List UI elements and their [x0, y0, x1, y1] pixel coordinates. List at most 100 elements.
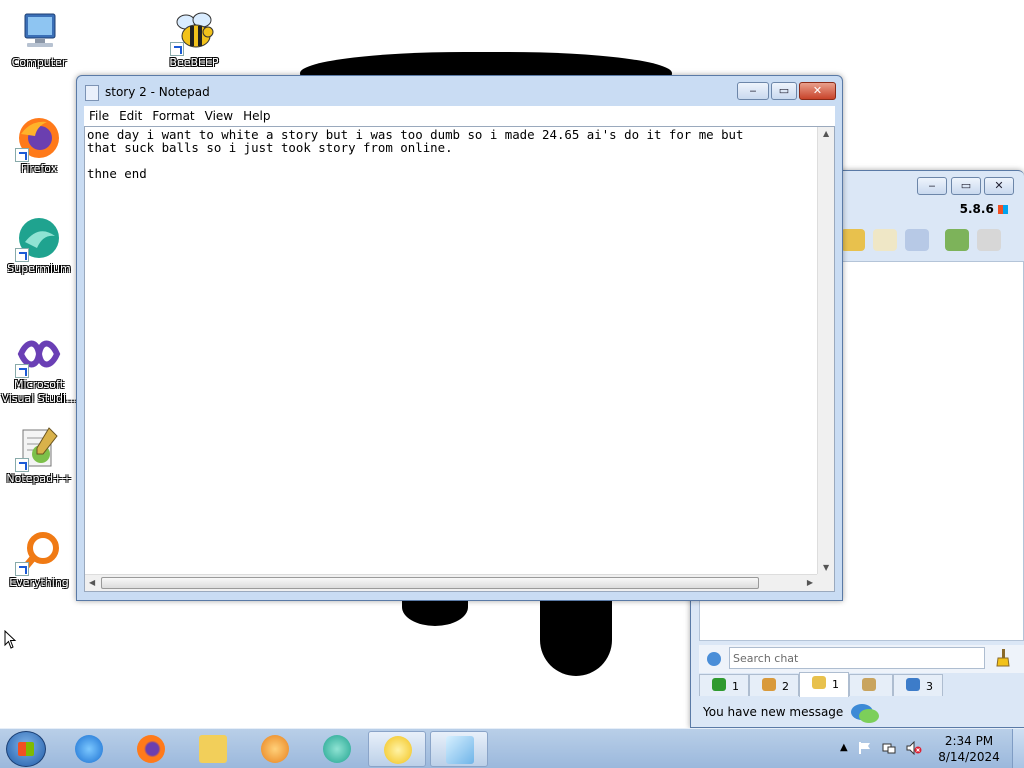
notepad-window[interactable]: story 2 - Notepad ‒ ▭ ✕ File Edit Format Vi…	[76, 75, 843, 601]
explorer-icon	[199, 735, 227, 763]
menu-view[interactable]: View	[200, 106, 238, 124]
tab-users[interactable]: 1	[699, 674, 749, 696]
tab-chats[interactable]: 1	[799, 672, 849, 697]
beebeep-minimize-button[interactable]: ‒	[917, 177, 947, 195]
shortcut-arrow-icon	[15, 364, 29, 378]
scroll-down-icon[interactable]: ▼	[823, 563, 829, 572]
firefox-icon	[15, 114, 63, 162]
desktop-icon-notepadpp[interactable]: Notepad++	[1, 424, 77, 486]
document-text[interactable]: one day i want to white a story but i wa…	[87, 128, 816, 573]
shortcut-arrow-icon	[15, 148, 29, 162]
volume-muted-icon[interactable]	[906, 740, 922, 756]
action-center-flag-icon[interactable]	[858, 741, 872, 755]
clock-time[interactable]: 2:34 PM	[934, 734, 1004, 748]
beebeep-close-button[interactable]: ✕	[984, 177, 1014, 195]
search-chat-input[interactable]	[729, 647, 985, 669]
shortcut-arrow-icon	[15, 562, 29, 576]
taskbar-explorer[interactable]	[184, 731, 242, 767]
notepad-icon	[85, 85, 99, 101]
internet-explorer-icon	[75, 735, 103, 763]
notepad-titlebar[interactable]: story 2 - Notepad ‒ ▭ ✕	[77, 76, 842, 106]
open-chat-icon[interactable]	[841, 229, 865, 251]
network-icon[interactable]	[882, 741, 896, 755]
tab-groups[interactable]: 2	[749, 674, 799, 696]
shares-icon	[862, 678, 876, 691]
clock-date[interactable]: 8/14/2024	[934, 750, 1004, 764]
scroll-up-icon[interactable]: ▲	[823, 129, 829, 138]
show-hidden-icons-icon[interactable]: ▲	[840, 742, 848, 753]
everything-icon	[15, 528, 63, 576]
trash-icon[interactable]	[977, 229, 1001, 251]
horizontal-scrollbar[interactable]: ◀ ▶	[85, 574, 817, 591]
desktop-icon-everything[interactable]: Everything	[1, 528, 77, 590]
scroll-left-icon[interactable]: ◀	[89, 578, 95, 587]
menu-file[interactable]: File	[84, 106, 114, 124]
desktop-icon-supermium[interactable]: Supermium	[1, 214, 77, 276]
visual-studio-icon	[15, 330, 63, 378]
chat-bubbles-icon	[850, 702, 880, 726]
taskbar-supermium[interactable]	[308, 731, 366, 767]
shortcut-arrow-icon	[170, 42, 184, 56]
users-online-icon	[712, 678, 726, 691]
menu-edit[interactable]: Edit	[114, 106, 147, 124]
text-editor[interactable]: one day i want to white a story but i wa…	[84, 126, 835, 592]
network-icon	[906, 678, 920, 691]
send-file-icon[interactable]	[945, 229, 969, 251]
notepadpp-icon	[15, 424, 63, 472]
close-button[interactable]: ✕	[799, 82, 836, 100]
beebeep-version: 5.8.6	[960, 202, 1008, 216]
tab-network[interactable]: 3	[893, 674, 943, 696]
start-button[interactable]	[6, 731, 46, 767]
scrollbar-corner	[817, 574, 834, 591]
media-player-icon	[261, 735, 289, 763]
taskbar-notepad[interactable]	[430, 731, 488, 767]
tools-icon[interactable]	[905, 229, 929, 251]
taskbar-media-player[interactable]	[246, 731, 304, 767]
taskbar: ▲ 2:34 PM 8/14/2024	[0, 728, 1024, 768]
menu-format[interactable]: Format	[147, 106, 199, 124]
computer-icon	[15, 8, 63, 56]
scroll-right-icon[interactable]: ▶	[807, 578, 813, 587]
maximize-button[interactable]: ▭	[771, 82, 797, 100]
taskbar-beebeep[interactable]	[368, 731, 426, 767]
windows-logo-icon	[18, 742, 34, 756]
desktop-icon-label: Computer	[11, 56, 67, 69]
status-message: You have new message	[703, 705, 844, 719]
taskbar-firefox[interactable]	[122, 731, 180, 767]
desktop-icon-visual-studio[interactable]: Microsoft Visual Studi...	[1, 330, 77, 406]
beebeep-maximize-button[interactable]: ▭	[951, 177, 981, 195]
wallpaper-shape-right	[540, 588, 612, 676]
minimize-button[interactable]: ‒	[737, 82, 769, 100]
scrollbar-thumb[interactable]	[101, 577, 759, 589]
groups-icon	[762, 678, 776, 691]
desktop-icon-label: Notepad++	[6, 472, 72, 485]
system-tray: ▲ 2:34 PM 8/14/2024	[834, 729, 1024, 768]
beebeep-tabs: 1 2 1 3	[699, 672, 1024, 699]
desktop-icon-firefox[interactable]: Firefox	[1, 114, 77, 176]
notepad-icon	[446, 736, 474, 764]
menu-help[interactable]: Help	[238, 106, 275, 124]
chats-icon	[812, 676, 826, 689]
bee-icon	[170, 8, 218, 56]
desktop-icon-beebeep[interactable]: BeeBEEP	[156, 8, 232, 70]
vertical-scrollbar[interactable]: ▲ ▼	[817, 127, 834, 574]
shortcut-arrow-icon	[15, 458, 29, 472]
windows-logo-icon	[998, 205, 1008, 214]
mouse-cursor-icon	[4, 629, 18, 653]
window-title: story 2 - Notepad	[105, 85, 210, 99]
desktop-icon-label: Microsoft Visual Studi...	[1, 378, 77, 405]
desktop-icon-label: Supermium	[7, 262, 71, 275]
supermium-icon	[15, 214, 63, 262]
beebeep-toolbar	[841, 227, 1011, 255]
taskbar-internet-explorer[interactable]	[60, 731, 118, 767]
edit-icon[interactable]	[873, 229, 897, 251]
desktop-icon-label: BeeBEEP	[169, 56, 219, 69]
show-desktop-button[interactable]	[1012, 729, 1024, 768]
desktop-icon-computer[interactable]: Computer	[1, 8, 77, 70]
clear-brush-icon[interactable]	[996, 649, 1010, 667]
gear-icon[interactable]	[707, 652, 721, 666]
beebeep-icon	[384, 736, 412, 764]
tab-shares[interactable]	[849, 674, 893, 696]
desktop-icon-label: Everything	[9, 576, 69, 589]
shortcut-arrow-icon	[15, 248, 29, 262]
